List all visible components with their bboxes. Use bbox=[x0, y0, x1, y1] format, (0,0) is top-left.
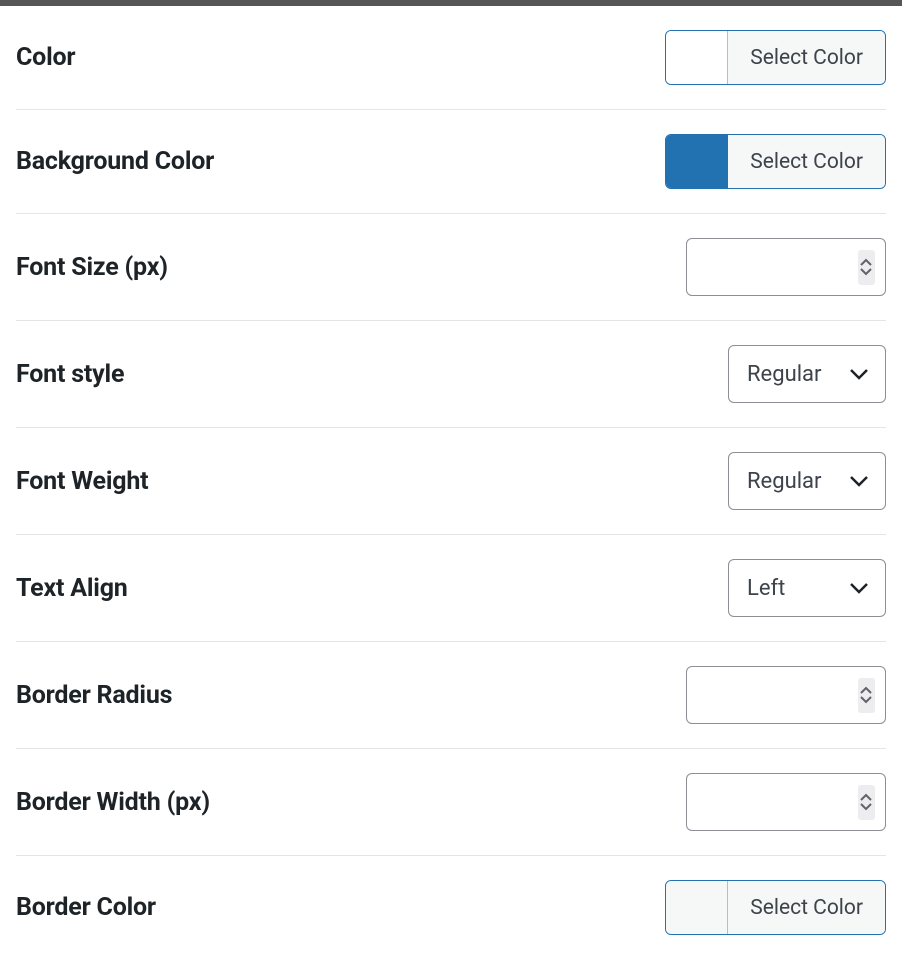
label-border-color: Border Color bbox=[16, 893, 156, 922]
font-weight-select[interactable]: Regular bbox=[728, 452, 886, 510]
style-settings-panel: Color Select Color Background Color Sele… bbox=[0, 0, 902, 979]
label-text-align: Text Align bbox=[16, 574, 128, 603]
select-color-button-label: Select Color bbox=[728, 881, 885, 934]
label-border-width: Border Width (px) bbox=[16, 788, 210, 817]
chevron-down-icon bbox=[849, 367, 869, 381]
select-color-button-label: Select Color bbox=[728, 135, 885, 188]
row-font-style: Font style Regular bbox=[16, 321, 886, 428]
row-font-weight: Font Weight Regular bbox=[16, 428, 886, 535]
border-radius-input[interactable] bbox=[686, 666, 886, 724]
label-font-size: Font Size (px) bbox=[16, 253, 168, 282]
label-color: Color bbox=[16, 43, 75, 72]
text-align-value: Left bbox=[747, 576, 833, 601]
border-width-input[interactable] bbox=[686, 773, 886, 831]
stepper-icon[interactable] bbox=[858, 785, 875, 820]
font-style-select[interactable]: Regular bbox=[728, 345, 886, 403]
color-picker[interactable]: Select Color bbox=[665, 30, 886, 85]
font-size-field[interactable] bbox=[687, 239, 858, 295]
label-border-radius: Border Radius bbox=[16, 681, 172, 710]
stepper-icon[interactable] bbox=[858, 250, 875, 285]
background-color-swatch bbox=[666, 135, 728, 188]
color-swatch bbox=[666, 31, 728, 84]
label-font-weight: Font Weight bbox=[16, 467, 148, 496]
border-color-swatch bbox=[666, 881, 728, 934]
font-style-value: Regular bbox=[747, 362, 839, 387]
font-size-input[interactable] bbox=[686, 238, 886, 296]
text-align-select[interactable]: Left bbox=[728, 559, 886, 617]
select-color-button-label: Select Color bbox=[728, 31, 885, 84]
row-border-radius: Border Radius bbox=[16, 642, 886, 749]
label-background-color: Background Color bbox=[16, 147, 214, 176]
chevron-down-icon bbox=[849, 474, 869, 488]
chevron-down-icon bbox=[849, 581, 869, 595]
font-weight-value: Regular bbox=[747, 469, 839, 494]
row-background-color: Background Color Select Color bbox=[16, 110, 886, 214]
label-font-style: Font style bbox=[16, 360, 124, 389]
stepper-icon[interactable] bbox=[858, 678, 875, 713]
border-width-field[interactable] bbox=[687, 774, 858, 830]
background-color-picker[interactable]: Select Color bbox=[665, 134, 886, 189]
row-border-color: Border Color Select Color bbox=[16, 856, 886, 959]
row-color: Color Select Color bbox=[16, 6, 886, 110]
row-font-size: Font Size (px) bbox=[16, 214, 886, 321]
border-radius-field[interactable] bbox=[687, 667, 858, 723]
row-text-align: Text Align Left bbox=[16, 535, 886, 642]
row-border-width: Border Width (px) bbox=[16, 749, 886, 856]
border-color-picker[interactable]: Select Color bbox=[665, 880, 886, 935]
